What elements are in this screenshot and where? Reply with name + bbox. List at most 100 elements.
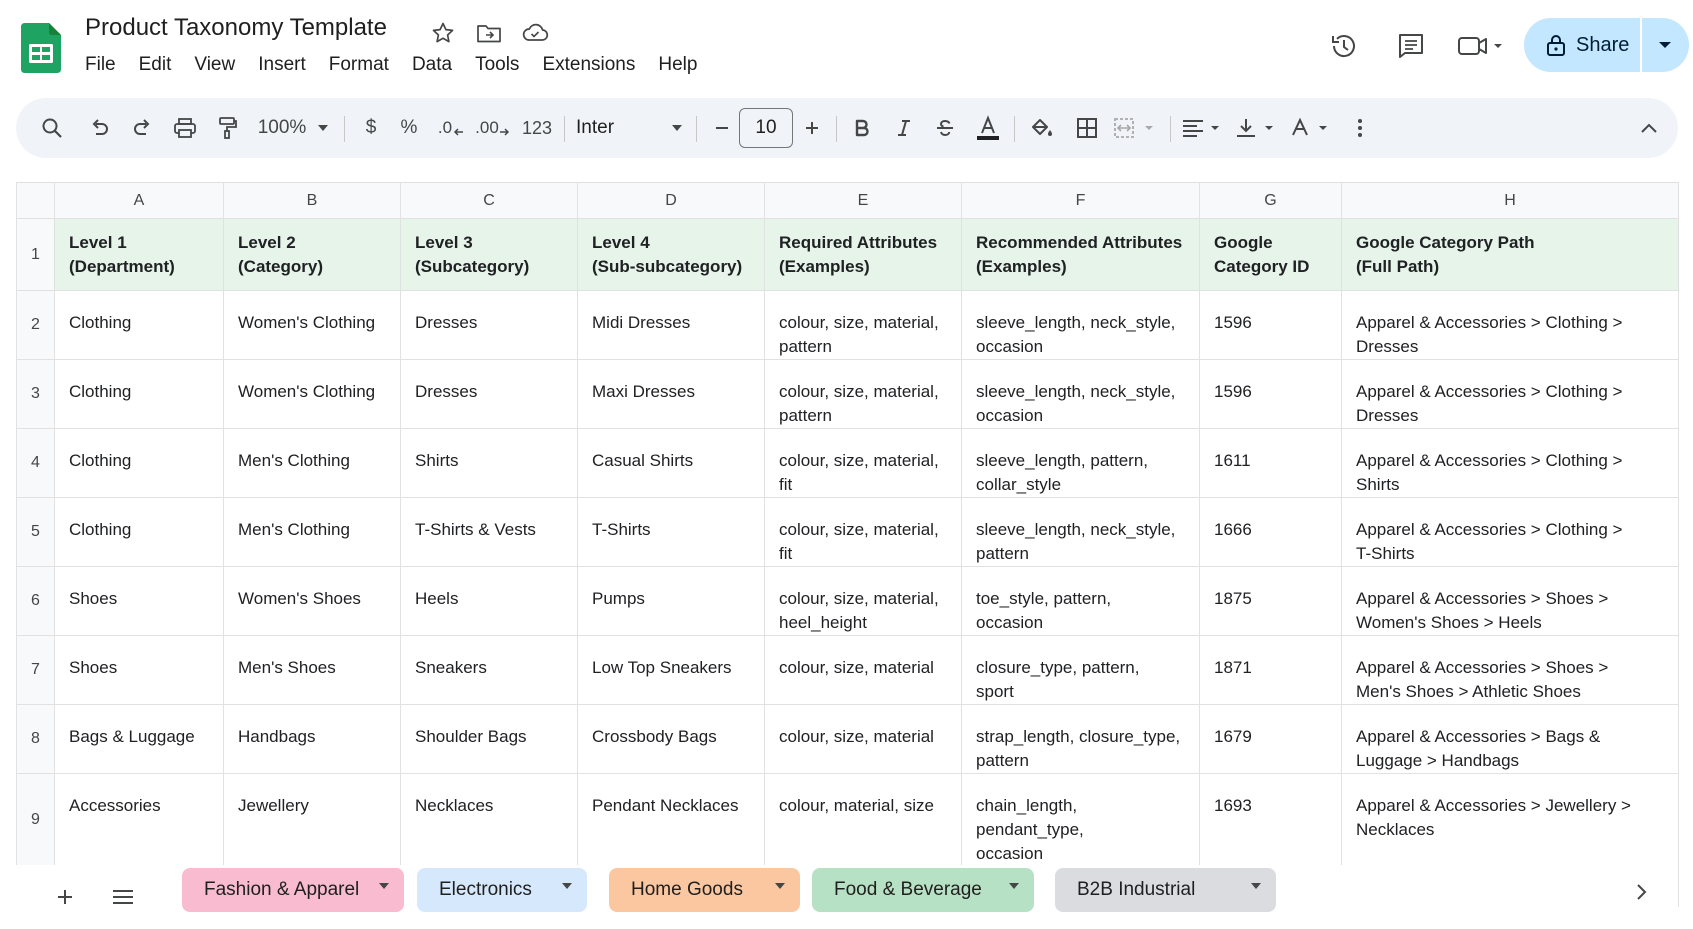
data-cell[interactable]: Men's Shoes	[223, 635, 401, 705]
menu-help[interactable]: Help	[647, 52, 708, 78]
data-cell[interactable]: chain_length, pendant_type, occasion	[961, 773, 1200, 867]
increase-decimal-button[interactable]: .00	[474, 98, 512, 158]
data-cell[interactable]: 1596	[1199, 290, 1342, 360]
print-icon[interactable]	[168, 98, 202, 158]
data-cell[interactable]: sleeve_length, neck_style, occasion	[961, 290, 1200, 360]
share-button[interactable]: Share	[1524, 18, 1689, 72]
data-cell[interactable]: 1693	[1199, 773, 1342, 867]
strikethrough-icon[interactable]	[928, 98, 962, 158]
chevron-down-icon[interactable]	[1008, 882, 1020, 890]
data-cell[interactable]: closure_type, pattern, sport	[961, 635, 1200, 705]
data-cell[interactable]: sleeve_length, neck_style, pattern	[961, 497, 1200, 567]
menu-edit[interactable]: Edit	[128, 52, 183, 78]
column-header[interactable]: D	[577, 182, 765, 219]
data-cell[interactable]: Clothing	[54, 359, 224, 429]
data-cell[interactable]: Apparel & Accessories > Shoes > Women's S…	[1341, 566, 1679, 636]
data-cell[interactable]: colour, size, material, pattern	[764, 359, 962, 429]
data-cell[interactable]: 1871	[1199, 635, 1342, 705]
chevron-down-icon[interactable]	[561, 882, 573, 890]
data-cell[interactable]: Maxi Dresses	[577, 359, 765, 429]
percent-format-button[interactable]: %	[394, 98, 424, 158]
data-cell[interactable]: Handbags	[223, 704, 401, 774]
header-cell[interactable]: Google Category Path (Full Path)	[1341, 218, 1679, 291]
sheet-tab[interactable]: Home Goods	[609, 868, 800, 912]
data-cell[interactable]: Dresses	[400, 290, 578, 360]
header-cell[interactable]: Level 2 (Category)	[223, 218, 401, 291]
column-header[interactable]: H	[1341, 182, 1679, 219]
row-header[interactable]: 2	[16, 290, 55, 360]
data-cell[interactable]: Clothing	[54, 290, 224, 360]
chevron-down-icon[interactable]	[1250, 882, 1262, 890]
vertical-align-icon[interactable]	[1234, 98, 1280, 158]
header-cell[interactable]: Required Attributes (Examples)	[764, 218, 962, 291]
header-cell[interactable]: Level 3 (Subcategory)	[400, 218, 578, 291]
horizontal-align-icon[interactable]	[1180, 98, 1226, 158]
column-header[interactable]: A	[54, 182, 224, 219]
data-cell[interactable]: 1666	[1199, 497, 1342, 567]
data-cell[interactable]: 1679	[1199, 704, 1342, 774]
chevron-down-icon[interactable]	[378, 882, 390, 890]
star-icon[interactable]	[428, 18, 458, 48]
row-header[interactable]: 4	[16, 428, 55, 498]
menu-view[interactable]: View	[183, 52, 246, 78]
menu-file[interactable]: File	[85, 52, 127, 78]
data-cell[interactable]: colour, size, material, heel_height	[764, 566, 962, 636]
text-color-icon[interactable]	[970, 98, 1006, 158]
undo-icon[interactable]	[84, 98, 116, 158]
share-dropdown-icon[interactable]	[1642, 41, 1688, 49]
data-cell[interactable]: colour, material, size	[764, 773, 962, 867]
data-cell[interactable]: strap_length, closure_type, pattern	[961, 704, 1200, 774]
data-cell[interactable]: colour, size, material, fit	[764, 497, 962, 567]
decrease-font-size-icon[interactable]	[708, 98, 736, 158]
column-header[interactable]: B	[223, 182, 401, 219]
data-cell[interactable]: Women's Shoes	[223, 566, 401, 636]
data-cell[interactable]: colour, size, material	[764, 704, 962, 774]
data-cell[interactable]: Men's Clothing	[223, 428, 401, 498]
zoom-select[interactable]: 100%	[254, 98, 332, 158]
chevron-down-icon[interactable]	[774, 882, 786, 890]
data-cell[interactable]: T-Shirts	[577, 497, 765, 567]
menu-data[interactable]: Data	[401, 52, 463, 78]
data-cell[interactable]: Shoulder Bags	[400, 704, 578, 774]
all-sheets-icon[interactable]	[108, 882, 138, 912]
text-rotation-icon[interactable]	[1288, 98, 1334, 158]
data-cell[interactable]: 1596	[1199, 359, 1342, 429]
data-cell[interactable]: Pumps	[577, 566, 765, 636]
borders-icon[interactable]	[1070, 98, 1104, 158]
search-menus-icon[interactable]	[34, 98, 70, 158]
document-title[interactable]: Product Taxonomy Template	[85, 14, 387, 42]
data-cell[interactable]: colour, size, material, fit	[764, 428, 962, 498]
header-cell[interactable]: Level 1 (Department)	[54, 218, 224, 291]
select-all-corner[interactable]	[16, 182, 55, 219]
bold-icon[interactable]	[846, 98, 878, 158]
data-cell[interactable]: Casual Shirts	[577, 428, 765, 498]
data-cell[interactable]: Apparel & Accessories > Clothing > T-Shir…	[1341, 497, 1679, 567]
fill-color-icon[interactable]	[1024, 98, 1060, 158]
more-formats-button[interactable]: 123	[516, 98, 558, 158]
menu-insert[interactable]: Insert	[247, 52, 317, 78]
column-header[interactable]: C	[400, 182, 578, 219]
data-cell[interactable]: Apparel & Accessories > Bags & Luggage > …	[1341, 704, 1679, 774]
chevron-right-icon[interactable]	[1627, 877, 1657, 907]
data-cell[interactable]: Women's Clothing	[223, 290, 401, 360]
row-header[interactable]: 7	[16, 635, 55, 705]
merge-cells-icon[interactable]	[1112, 98, 1162, 158]
row-header[interactable]: 8	[16, 704, 55, 774]
meet-video-icon[interactable]	[1456, 28, 1508, 64]
data-cell[interactable]: Men's Clothing	[223, 497, 401, 567]
data-cell[interactable]: Crossbody Bags	[577, 704, 765, 774]
data-cell[interactable]: T-Shirts & Vests	[400, 497, 578, 567]
increase-font-size-icon[interactable]	[798, 98, 826, 158]
data-cell[interactable]: Sneakers	[400, 635, 578, 705]
row-header[interactable]: 9	[16, 773, 55, 867]
data-cell[interactable]: Bags & Luggage	[54, 704, 224, 774]
sheet-tab[interactable]: Fashion & Apparel	[182, 868, 404, 912]
currency-format-button[interactable]: $	[356, 98, 386, 158]
data-cell[interactable]: sleeve_length, neck_style, occasion	[961, 359, 1200, 429]
cloud-saved-icon[interactable]	[520, 18, 550, 48]
sheet-tab[interactable]: Electronics	[417, 868, 587, 912]
column-header[interactable]: F	[961, 182, 1200, 219]
row-header[interactable]: 6	[16, 566, 55, 636]
menu-format[interactable]: Format	[318, 52, 400, 78]
data-cell[interactable]: Shoes	[54, 635, 224, 705]
